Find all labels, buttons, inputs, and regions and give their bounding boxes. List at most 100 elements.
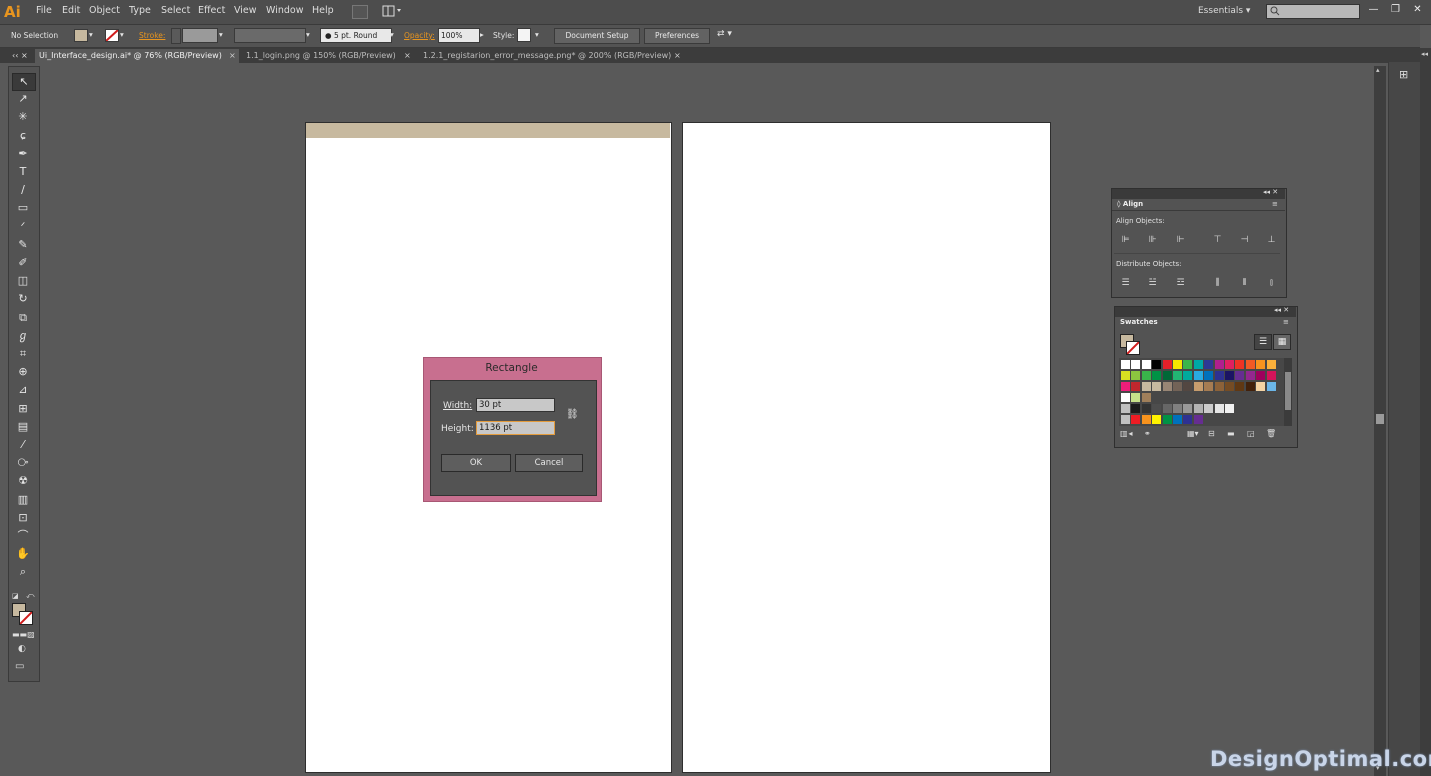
swatch-chip[interactable] xyxy=(1214,382,1224,391)
swatch-chip[interactable] xyxy=(1225,382,1234,391)
swatches-tab[interactable]: Swatches xyxy=(1116,317,1160,328)
show-swatch-kinds-icon[interactable]: ▦▾ xyxy=(1187,429,1199,438)
swatch-chip[interactable] xyxy=(1266,382,1276,391)
swatch-chip[interactable] xyxy=(1204,371,1214,380)
stroke-weight-dropdown-icon[interactable]: ▾ xyxy=(219,30,223,39)
stroke-weight-field[interactable] xyxy=(182,28,218,43)
swatch-options-icon[interactable]: ⚭ xyxy=(1144,429,1151,438)
menu-edit[interactable]: Edit xyxy=(62,5,80,16)
tab-close-icon[interactable]: × xyxy=(404,49,411,63)
symbol-sprayer-icon[interactable]: ☢ xyxy=(12,473,34,489)
menu-effect[interactable]: Effect xyxy=(198,5,225,16)
tab-login[interactable]: 1.1_login.png @ 150% (RGB/Preview) xyxy=(242,49,406,63)
fill-dropdown-icon[interactable]: ▾ xyxy=(89,30,93,39)
swatch-chip[interactable] xyxy=(1131,360,1141,369)
swatch-chip[interactable] xyxy=(1225,404,1234,413)
swatch-chip[interactable] xyxy=(1193,382,1203,391)
direct-selection-icon[interactable]: ↗ xyxy=(12,91,34,107)
panel-collapse-icon[interactable]: ◂◂ ✕ xyxy=(1274,306,1289,314)
swatch-chip[interactable] xyxy=(1204,382,1214,391)
cancel-button[interactable]: Cancel xyxy=(515,454,583,472)
menu-select[interactable]: Select xyxy=(161,5,190,16)
stroke-swatch[interactable] xyxy=(105,29,119,42)
restore-button[interactable]: ❐ xyxy=(1387,3,1404,17)
artboard-icon[interactable]: ⊡ xyxy=(12,510,34,526)
tab-ui-interface-design[interactable]: Ui_Interface_design.ai* @ 76% (RGB/Previ… xyxy=(35,49,239,63)
menu-view[interactable]: View xyxy=(234,5,257,16)
swatch-chip[interactable] xyxy=(1193,371,1203,380)
swatch-chip[interactable] xyxy=(1193,404,1203,413)
type-icon[interactable]: T xyxy=(12,164,34,180)
swatch-chip[interactable] xyxy=(1162,371,1172,380)
swatch-chip[interactable] xyxy=(1225,371,1234,380)
align-top-icon[interactable]: ⊤ xyxy=(1212,235,1223,245)
free-transform-icon[interactable]: ⌗ xyxy=(12,346,34,362)
swatch-chip[interactable] xyxy=(1235,371,1245,380)
swatch-chip[interactable] xyxy=(1131,393,1141,402)
swatch-chip[interactable] xyxy=(1173,371,1182,380)
swatch-chip[interactable] xyxy=(1121,393,1130,402)
distribute-bottom-icon[interactable]: ☲ xyxy=(1175,278,1186,288)
variable-width-profile[interactable] xyxy=(234,28,306,43)
header-rectangle[interactable] xyxy=(306,123,670,138)
swatch-chip[interactable] xyxy=(1131,404,1141,413)
swatch-chip[interactable] xyxy=(1162,382,1172,391)
tab-registration-error[interactable]: 1.2.1_registarion_error_message.png* @ 2… xyxy=(419,49,675,63)
stroke-label[interactable]: Stroke: xyxy=(139,31,165,40)
default-colors-icon[interactable]: ◪ xyxy=(12,592,19,600)
opacity-arrow-icon[interactable]: ▸ xyxy=(480,30,484,39)
menu-file[interactable]: File xyxy=(36,5,52,16)
lasso-icon[interactable]: ɕ xyxy=(12,128,34,144)
align-vertical-center-icon[interactable]: ⊣ xyxy=(1239,235,1250,245)
distribute-vertical-center-icon[interactable]: ☱ xyxy=(1147,278,1158,288)
swatch-chip[interactable] xyxy=(1183,415,1193,424)
search-input[interactable] xyxy=(1266,4,1360,19)
menu-help[interactable]: Help xyxy=(312,5,334,16)
swatch-chip[interactable] xyxy=(1183,404,1193,413)
warp-icon[interactable]: ℊ xyxy=(12,328,34,344)
swatch-chip[interactable] xyxy=(1245,360,1255,369)
list-view-icon[interactable]: ☰ xyxy=(1254,334,1272,350)
swatch-chip[interactable] xyxy=(1256,371,1266,380)
eyedropper-icon[interactable]: ⁄ xyxy=(12,437,34,453)
panel-menu-icon[interactable]: ≡ xyxy=(1283,318,1289,326)
height-field[interactable]: 1136 pt xyxy=(476,421,555,435)
pen-icon[interactable]: ✒ xyxy=(12,146,34,162)
swatch-chip[interactable] xyxy=(1131,371,1141,380)
swatch-chip[interactable] xyxy=(1266,360,1276,369)
eraser-icon[interactable]: ◫ xyxy=(12,273,34,289)
blob-brush-icon[interactable]: ✐ xyxy=(12,255,34,271)
swatch-chip[interactable] xyxy=(1152,404,1162,413)
graph-icon[interactable]: ▥ xyxy=(12,492,34,508)
swatch-chip[interactable] xyxy=(1152,382,1162,391)
drawing-mode-icon[interactable]: ◐ xyxy=(18,644,26,654)
transform-options-icon[interactable]: ⇄ ▾ xyxy=(717,29,732,39)
swatch-chip[interactable] xyxy=(1121,382,1130,391)
swatch-options-button-icon[interactable]: ⊟ xyxy=(1208,429,1215,438)
swatch-chip[interactable] xyxy=(1162,404,1172,413)
align-bottom-icon[interactable]: ⊥ xyxy=(1266,235,1277,245)
stroke-dropdown-icon[interactable]: ▾ xyxy=(120,30,124,39)
minimize-button[interactable]: — xyxy=(1365,3,1382,17)
swatch-chip[interactable] xyxy=(1162,415,1172,424)
arrange-documents-icon[interactable] xyxy=(382,5,402,17)
new-swatch-icon[interactable]: ◲ xyxy=(1247,429,1255,438)
artboard-2[interactable] xyxy=(682,122,1051,773)
bridge-icon[interactable] xyxy=(352,5,368,19)
gradient-icon[interactable]: ▤ xyxy=(12,419,34,435)
style-dropdown-icon[interactable]: ▾ xyxy=(535,30,539,39)
swatch-chip[interactable] xyxy=(1173,415,1182,424)
swatch-library-menu-icon[interactable]: ▥◂ xyxy=(1120,429,1134,438)
swatch-chip[interactable] xyxy=(1204,404,1214,413)
brush-dropdown-icon[interactable]: ▾ xyxy=(390,30,394,39)
swatch-chip[interactable] xyxy=(1256,382,1266,391)
swatch-chip[interactable] xyxy=(1173,360,1182,369)
swatch-chip[interactable] xyxy=(1141,382,1151,391)
swatch-chip[interactable] xyxy=(1193,415,1203,424)
screen-mode-icon[interactable]: ▭ xyxy=(15,661,24,672)
workspace-switcher[interactable]: Essentials ▾ xyxy=(1198,6,1250,16)
swatch-chip[interactable] xyxy=(1173,404,1182,413)
swatch-chip[interactable] xyxy=(1183,360,1193,369)
swatch-chip[interactable] xyxy=(1131,415,1141,424)
constrain-proportions-icon[interactable]: ⛓ xyxy=(566,409,579,420)
